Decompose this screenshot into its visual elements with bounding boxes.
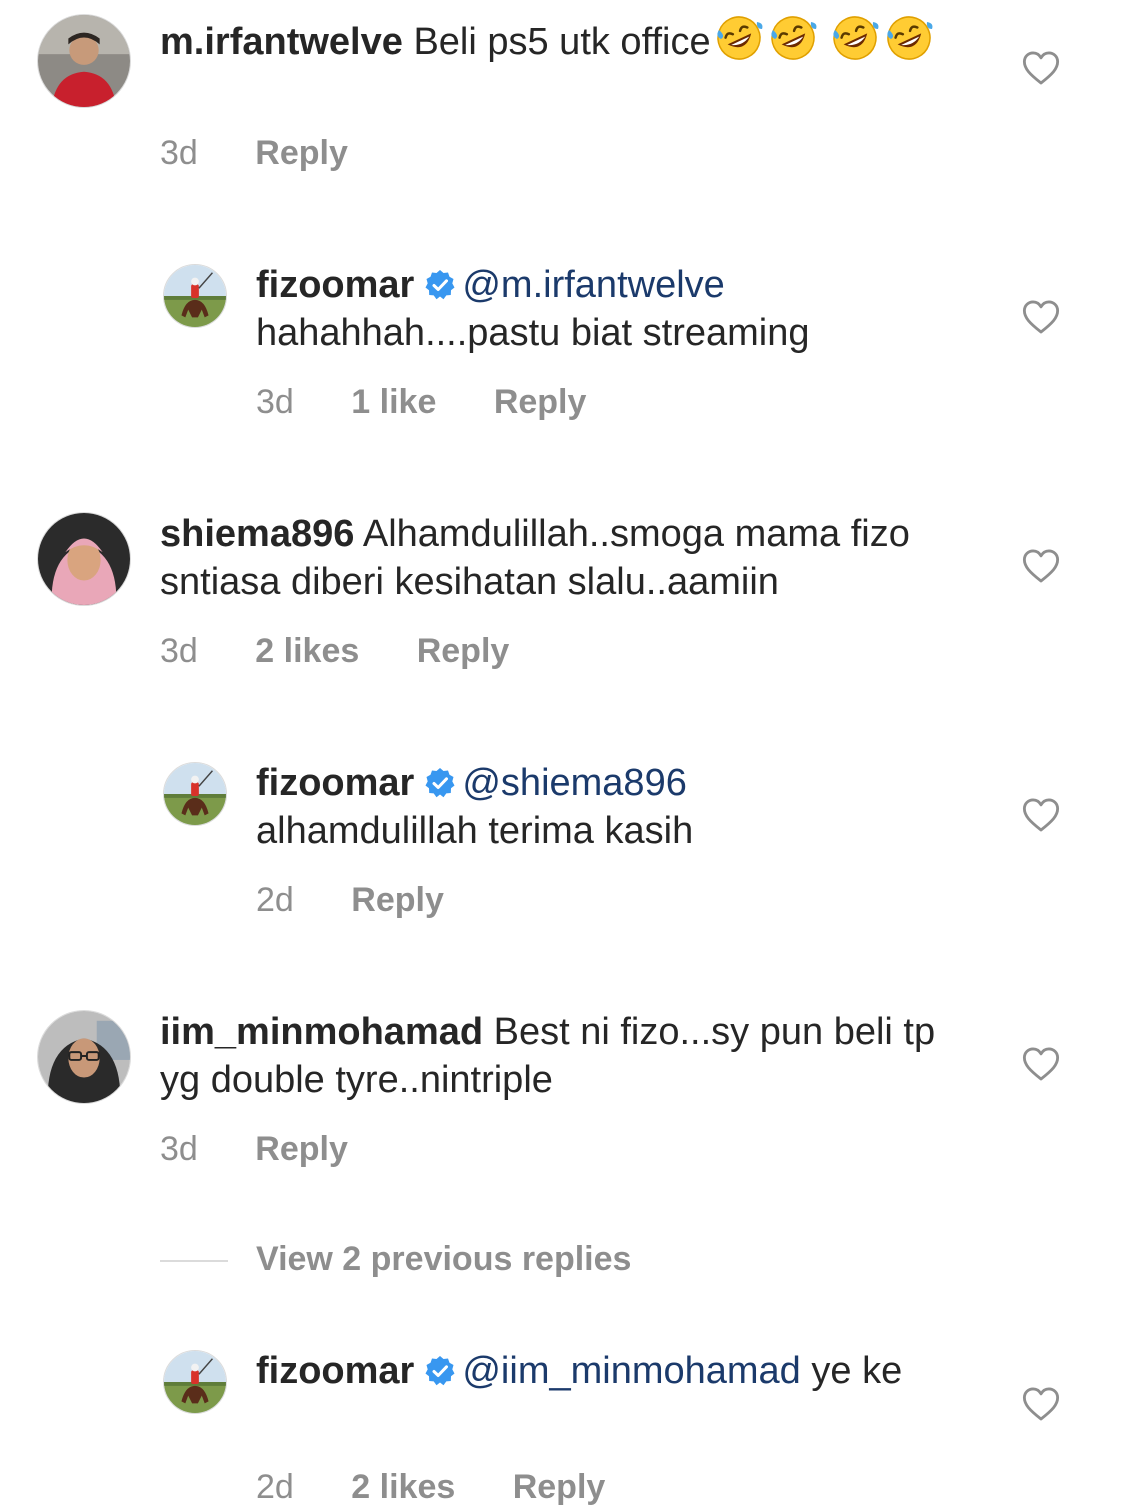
timestamp: 3d — [256, 383, 294, 421]
likes-count[interactable]: 1 like — [351, 383, 436, 421]
view-previous-replies-button[interactable]: View 2 previous replies — [160, 1240, 631, 1279]
verified-badge-icon — [424, 1355, 456, 1387]
reply-button[interactable]: Reply — [255, 134, 348, 172]
comment-meta: 3d 2 likes Reply — [160, 632, 557, 671]
comment-body: ye ke — [811, 1350, 903, 1392]
rofl-emoji-icon — [767, 12, 819, 64]
timestamp: 2d — [256, 1468, 294, 1506]
username[interactable]: shiema896 — [160, 513, 354, 555]
comment-body: hahahhah....pastu biat streaming — [256, 312, 810, 354]
comment-body: alhamdulillah terima kasih — [256, 810, 694, 852]
reply-button[interactable]: Reply — [255, 1130, 348, 1168]
comment-body: Beli ps5 utk office — [413, 21, 711, 63]
rofl-emoji-icon — [829, 12, 881, 64]
comment-text: fizoomar @shiema896 alhamdulillah terima … — [256, 759, 985, 855]
likes-count[interactable]: 2 likes — [255, 632, 359, 670]
divider-line — [160, 1260, 228, 1263]
reply-button[interactable]: Reply — [513, 1468, 606, 1506]
timestamp: 3d — [160, 632, 198, 670]
username[interactable]: iim_minmohamad — [160, 1011, 483, 1053]
verified-badge-icon — [424, 767, 456, 799]
comment-text: fizoomar @iim_minmohamad ye ke — [256, 1347, 985, 1395]
mention-link[interactable]: @shiema896 — [462, 762, 686, 804]
heart-outline-icon[interactable] — [1022, 299, 1060, 335]
comment-text: m.irfantwelve Beli ps5 utk office — [160, 12, 985, 66]
avatar[interactable] — [163, 762, 227, 826]
view-previous-replies-label: View 2 previous replies — [256, 1240, 632, 1278]
comment-text: iim_minmohamad Best ni fizo...sy pun bel… — [160, 1008, 985, 1104]
reply-button[interactable]: Reply — [417, 632, 510, 670]
verified-badge-icon — [424, 269, 456, 301]
rofl-emoji-icon — [713, 12, 765, 64]
heart-outline-icon[interactable] — [1022, 1046, 1060, 1082]
avatar[interactable] — [163, 1350, 227, 1414]
comment-meta: 3d Reply — [160, 134, 396, 173]
avatar[interactable] — [37, 14, 131, 108]
comment-meta: 2d Reply — [256, 881, 492, 920]
rofl-emoji-icon — [883, 12, 935, 64]
comment-meta: 2d 2 likes Reply — [256, 1468, 653, 1507]
timestamp: 3d — [160, 1130, 198, 1168]
username[interactable]: fizoomar — [256, 1350, 414, 1392]
mention-link[interactable]: @m.irfantwelve — [462, 264, 724, 306]
username[interactable]: m.irfantwelve — [160, 21, 403, 63]
comment-text: shiema896 Alhamdulillah..smoga mama fizo… — [160, 510, 985, 606]
timestamp: 2d — [256, 881, 294, 919]
username[interactable]: fizoomar — [256, 264, 414, 306]
avatar[interactable] — [37, 1010, 131, 1104]
reply-button[interactable]: Reply — [494, 383, 587, 421]
heart-outline-icon[interactable] — [1022, 797, 1060, 833]
timestamp: 3d — [160, 134, 198, 172]
username[interactable]: fizoomar — [256, 762, 414, 804]
heart-outline-icon[interactable] — [1022, 50, 1060, 86]
avatar[interactable] — [37, 512, 131, 606]
mention-link[interactable]: @iim_minmohamad — [462, 1350, 800, 1392]
comment-text: fizoomar @m.irfantwelve hahahhah....pastu… — [256, 261, 985, 357]
likes-count[interactable]: 2 likes — [351, 1468, 455, 1506]
reply-button[interactable]: Reply — [351, 881, 444, 919]
comment-meta: 3d 1 like Reply — [256, 383, 634, 422]
heart-outline-icon[interactable] — [1022, 548, 1060, 584]
heart-outline-icon[interactable] — [1022, 1386, 1060, 1422]
comment-meta: 3d Reply — [160, 1130, 396, 1169]
avatar[interactable] — [163, 264, 227, 328]
